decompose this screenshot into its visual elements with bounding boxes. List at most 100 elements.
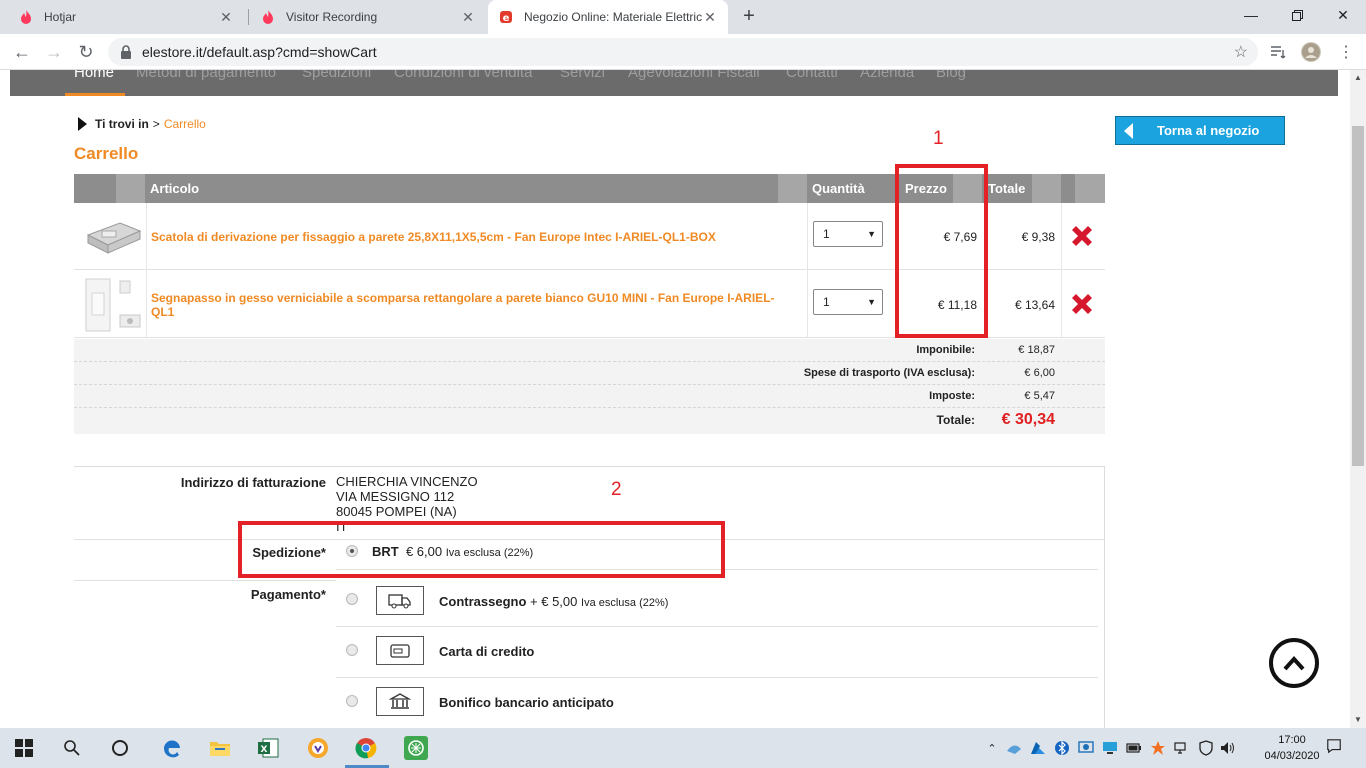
remove-item-icon[interactable]	[1068, 290, 1096, 318]
product-image[interactable]	[80, 275, 146, 332]
nav-azienda[interactable]: Azienda	[860, 70, 914, 81]
excel-icon[interactable]: X	[256, 736, 280, 760]
security-shield-icon[interactable]	[1198, 740, 1214, 756]
nav-condizioni-vendita[interactable]: Condizioni di vendita	[394, 70, 532, 81]
scroll-to-top-button[interactable]	[1269, 638, 1319, 688]
product-name[interactable]: Scatola di derivazione per fissaggio a p…	[151, 230, 791, 244]
breadcrumb-arrow-icon	[78, 117, 87, 131]
col-articolo: Articolo	[150, 181, 200, 196]
payment-name: Carta di credito	[439, 644, 535, 659]
close-window-button[interactable]: ✕	[1320, 0, 1366, 30]
menu-dots-icon[interactable]: ⋮	[1336, 42, 1356, 62]
payment-name: Bonifico bancario anticipato	[439, 695, 614, 710]
quantity-select[interactable]: 1 ▼	[813, 221, 883, 247]
bank-icon	[376, 687, 424, 716]
col-quantita: Quantità	[812, 181, 865, 196]
restore-button[interactable]	[1274, 0, 1320, 30]
minimize-button[interactable]: —	[1228, 0, 1274, 30]
network-icon[interactable]	[1174, 740, 1190, 756]
nav-metodi-pagamento[interactable]: Metodi di pagamento	[136, 70, 276, 81]
nav-contatti[interactable]: Contatti	[786, 70, 838, 81]
forward-arrow-icon[interactable]: →	[42, 40, 66, 64]
clock-date: 04/03/2020	[1264, 750, 1320, 762]
nav-spedizioni[interactable]: Spedizioni	[302, 70, 371, 81]
profile-avatar[interactable]	[1301, 42, 1321, 62]
nav-agevolazioni-fiscali[interactable]: Agevolazioni Fiscali	[628, 70, 760, 81]
tray-azure-icon[interactable]	[1030, 740, 1046, 756]
payment-option-bonifico[interactable]: Bonifico bancario anticipato	[439, 695, 614, 710]
tray-chevron-up-icon[interactable]: ⌃	[984, 740, 1000, 756]
page-title: Carrello	[74, 144, 139, 163]
volume-icon[interactable]	[1220, 740, 1236, 756]
address-line: VIA MESSIGNO 112	[336, 489, 455, 504]
dropdown-arrow-icon: ▼	[867, 297, 876, 307]
quantity-value: 1	[823, 227, 830, 241]
summary-spese-trasporto: Spese di trasporto (IVA esclusa): € 6,00	[74, 362, 1105, 385]
tray-avast-icon[interactable]	[1150, 740, 1166, 756]
file-explorer-icon[interactable]	[208, 736, 232, 760]
summary-value: € 6,00	[1024, 367, 1055, 379]
payment-radio-carta[interactable]	[346, 644, 358, 656]
new-tab-button[interactable]: +	[738, 5, 760, 27]
vpn-shield-icon[interactable]	[306, 736, 330, 760]
svg-text:e: e	[503, 13, 510, 24]
quantity-value: 1	[823, 295, 830, 309]
edge-icon[interactable]	[160, 736, 184, 760]
active-nav-underline	[65, 93, 125, 96]
scroll-up-arrow-icon[interactable]: ▲	[1350, 70, 1366, 86]
nav-blog[interactable]: Blog	[936, 70, 966, 81]
scrollbar-thumb[interactable]	[1352, 126, 1364, 466]
product-image[interactable]	[80, 209, 146, 265]
tab-negozio-online[interactable]: e Negozio Online: Materiale Elettrico ✕	[488, 0, 728, 34]
summary-label: Spese di trasporto (IVA esclusa):	[803, 367, 975, 379]
summary-label: Imposte:	[929, 390, 975, 402]
remove-item-icon[interactable]	[1068, 222, 1096, 250]
close-tab-icon[interactable]: ✕	[460, 9, 476, 26]
notifications-icon[interactable]	[1326, 738, 1342, 754]
tab-title: Negozio Online: Materiale Elettrico	[524, 10, 702, 24]
breadcrumb-current[interactable]: Carrello	[164, 117, 206, 131]
product-name[interactable]: Segnapasso in gesso verniciabile a scomp…	[151, 291, 791, 319]
annotation-label-1: 1	[933, 128, 944, 149]
payment-fee: + € 5,00	[530, 594, 578, 609]
battery-icon[interactable]	[1126, 740, 1142, 756]
payment-option-carta[interactable]: Carta di credito	[439, 644, 534, 659]
close-tab-icon[interactable]: ✕	[702, 9, 718, 26]
reading-list-icon[interactable]	[1268, 42, 1288, 62]
nav-servizi[interactable]: Servizi	[560, 70, 605, 81]
dropdown-arrow-icon: ▼	[867, 229, 876, 239]
vat-note: Iva esclusa (22%)	[581, 597, 669, 609]
summary-value: € 18,87	[1018, 344, 1055, 356]
back-to-shop-button[interactable]: Torna al negozio	[1115, 116, 1285, 145]
windows-taskbar: X ⌃ 17:00 04/03/2020	[0, 728, 1366, 768]
quantity-select[interactable]: 1 ▼	[813, 289, 883, 315]
close-tab-icon[interactable]: ✕	[218, 9, 234, 26]
scroll-down-arrow-icon[interactable]: ▼	[1350, 712, 1366, 728]
grand-total-value: € 30,34	[1001, 411, 1055, 428]
page-scrollbar[interactable]: ▲ ▼	[1350, 70, 1366, 728]
app-green-icon[interactable]	[404, 736, 428, 760]
task-view-icon[interactable]	[108, 736, 132, 760]
taskbar-clock[interactable]: 17:00 04/03/2020	[1264, 732, 1320, 764]
tray-app-icon[interactable]	[1006, 740, 1022, 756]
tab-visitor-recording[interactable]: Visitor Recording ✕	[250, 0, 486, 34]
back-arrow-icon[interactable]: ←	[10, 40, 34, 64]
reload-icon[interactable]: ↻	[74, 40, 98, 64]
chrome-icon[interactable]	[354, 736, 378, 760]
nav-home[interactable]: Home	[74, 70, 114, 81]
annotation-box-1	[895, 164, 988, 338]
payment-radio-bonifico[interactable]	[346, 695, 358, 707]
tray-network-drive-icon[interactable]	[1078, 740, 1094, 756]
windows-start-icon[interactable]	[12, 736, 36, 760]
bookmark-star-icon[interactable]: ☆	[1234, 42, 1248, 62]
payment-option-contrassegno[interactable]: Contrassegno + € 5,00 Iva esclusa (22%)	[439, 594, 668, 609]
search-icon[interactable]	[60, 736, 84, 760]
address-line: CHIERCHIA VINCENZO	[336, 474, 478, 489]
payment-label: Pagamento*	[250, 587, 326, 602]
bluetooth-icon[interactable]	[1054, 740, 1070, 756]
payment-radio-contrassegno[interactable]	[346, 593, 358, 605]
tray-display-icon[interactable]	[1102, 740, 1118, 756]
url-field[interactable]: elestore.it/default.asp?cmd=showCart ☆	[108, 38, 1258, 66]
tab-hotjar[interactable]: Hotjar ✕	[8, 0, 244, 34]
breadcrumb-label: Ti trovi in	[95, 117, 149, 131]
